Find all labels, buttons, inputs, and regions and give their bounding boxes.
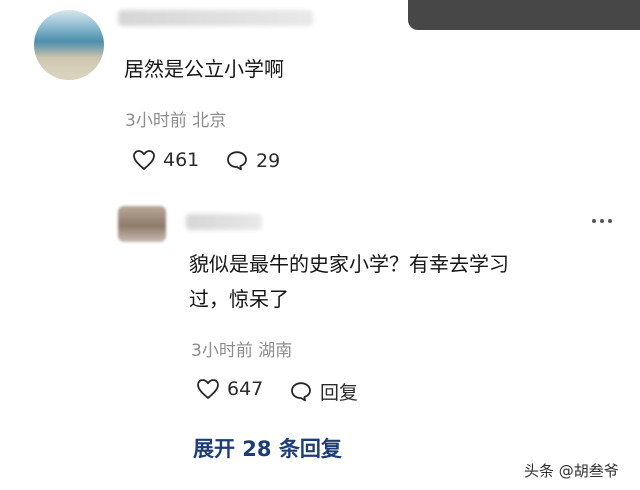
reply-text-line-2: 过，惊呆了 [189,287,289,311]
expand-replies-link[interactable]: 展开 28 条回复 [193,433,342,463]
user-avatar[interactable] [34,10,104,80]
blurred-reply-username [186,214,262,230]
more-dot [600,219,604,223]
like-button[interactable]: 461 [132,149,199,171]
watermark: 头条 @胡叁爷 [524,462,619,480]
reply-action-label: 回复 [320,382,359,404]
more-options-icon[interactable] [592,219,612,223]
reply-action-button[interactable]: 回复 [289,378,358,405]
comment-meta: 3小时前 北京 [125,111,227,131]
speech-bubble-icon [291,382,311,402]
reply-text-line-1: 貌似是最牛的史家小学？有幸去学习 [189,252,509,276]
reply-count: 29 [256,149,281,172]
heart-outline-icon [133,150,155,170]
like-count: 461 [163,149,200,171]
heart-outline-icon [197,379,219,399]
comment-button[interactable]: 29 [225,149,280,172]
speech-bubble-icon [227,151,247,171]
top-dark-bar [408,0,640,30]
reply-like-button[interactable]: 647 [196,378,263,400]
comment-text: 居然是公立小学啊 [124,57,284,81]
blurred-username [118,10,313,26]
reply-like-count: 647 [227,378,264,400]
more-dot [592,219,596,223]
reply-meta: 3小时前 湖南 [191,341,293,361]
reply-avatar[interactable] [118,206,166,242]
avatar-haze [34,52,104,80]
more-dot [608,219,612,223]
